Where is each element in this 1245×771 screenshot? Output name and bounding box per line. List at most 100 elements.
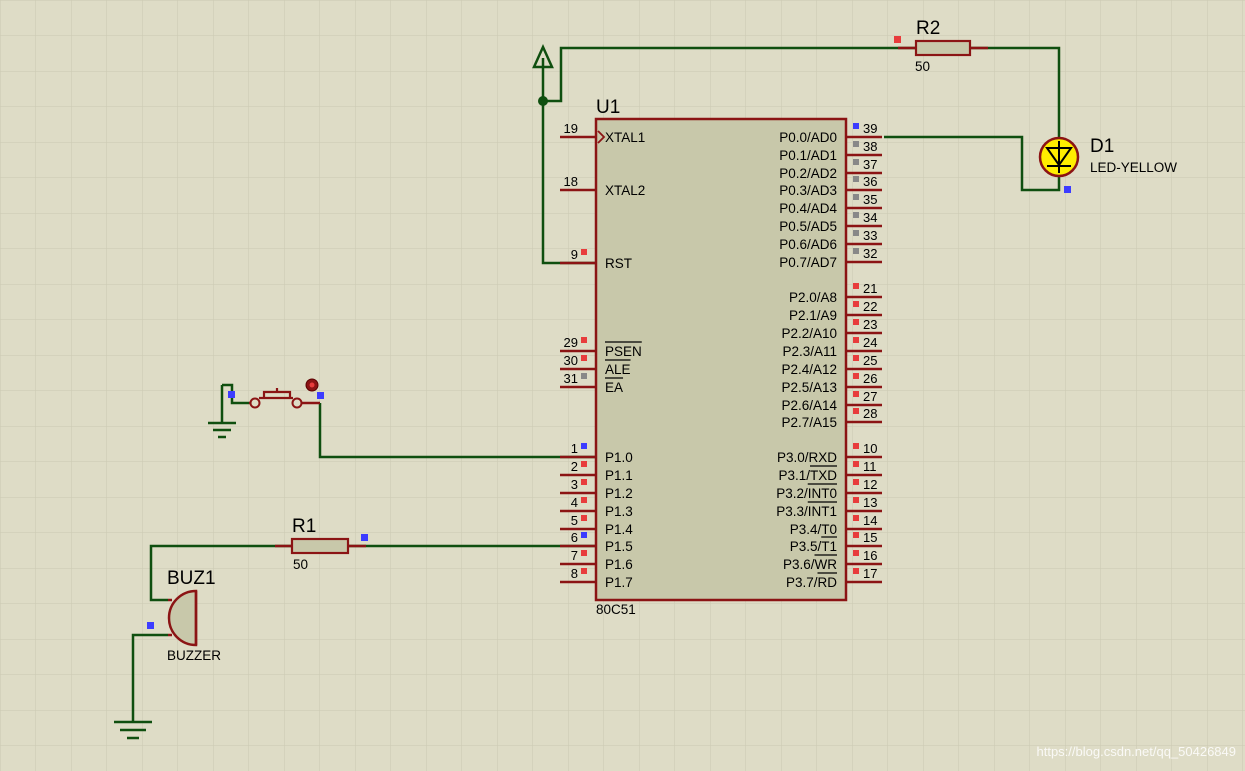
u1-pin-number: 3	[571, 477, 578, 492]
u1-pin-label: P2.1/A9	[789, 308, 837, 323]
u1-pin-number: 16	[863, 548, 877, 563]
u1-pin-number: 37	[863, 157, 877, 172]
u1-pin-label: ALE	[605, 362, 631, 377]
pin-label-suffix: WR	[815, 557, 838, 572]
button-pin-marker-left	[228, 391, 235, 398]
u1-pin-number: 30	[564, 353, 578, 368]
u1-pin-number: 23	[863, 317, 877, 332]
u1-pin-number: 19	[564, 121, 578, 136]
pin-marker	[853, 123, 859, 129]
u1-pin-number: 15	[863, 530, 877, 545]
u1-pin-label: P1.5	[605, 539, 633, 554]
u1-pin-number: 28	[863, 406, 877, 421]
pin-marker	[581, 479, 587, 485]
pin-marker	[853, 515, 859, 521]
pin-label-suffix: A13	[813, 380, 837, 395]
pin-label-prefix: P3.7/	[786, 575, 818, 590]
pin-label-suffix: RD	[818, 575, 838, 590]
u1-pin-label: P0.1/AD1	[779, 148, 837, 163]
r1-value: 50	[293, 557, 308, 572]
pin-marker	[581, 249, 587, 255]
u1-pin-number: 36	[863, 174, 877, 189]
pin-marker	[853, 283, 859, 289]
pin-marker	[853, 230, 859, 236]
u1-pin-number: 2	[571, 459, 578, 474]
u1-pin-number: 31	[564, 371, 578, 386]
u1-pin-number: 39	[863, 121, 877, 136]
u1-pin-label: P2.3/A11	[782, 344, 837, 359]
u1-ref: U1	[596, 97, 620, 118]
u1-pin-number: 33	[863, 228, 877, 243]
u1-pin-label: EA	[605, 380, 623, 395]
u1-pin-label: P3.3/INT1	[776, 504, 837, 519]
u1-pin-label: P0.3/AD3	[779, 183, 837, 198]
u1-pin-number: 21	[863, 281, 877, 296]
u1-pin-number: 11	[863, 459, 877, 474]
pin-label-prefix: P0.1/	[779, 148, 811, 163]
u1-pin-number: 22	[863, 299, 877, 314]
pin-label-suffix: A9	[820, 308, 837, 323]
pin-marker	[581, 550, 587, 556]
u1-pin-label: P0.4/AD4	[779, 201, 837, 216]
pin-marker	[853, 532, 859, 538]
u1-pin-number: 17	[863, 566, 877, 581]
pin-marker	[853, 176, 859, 182]
r1-ref: R1	[292, 516, 316, 537]
pin-marker	[853, 391, 859, 397]
pin-label-suffix: A12	[813, 362, 837, 377]
u1-pin-number: 34	[863, 210, 877, 225]
pin-label-prefix: P2.5/	[781, 380, 813, 395]
u1-pin-label: XTAL2	[605, 183, 645, 198]
u1-pin-number: 5	[571, 513, 578, 528]
u1-pin-number: 38	[863, 139, 877, 154]
pin-label-prefix: P0.6/	[779, 237, 811, 252]
u1-pin-label: P2.2/A10	[781, 326, 837, 341]
pin-label-prefix: P0.7/	[779, 255, 811, 270]
pin-marker	[581, 355, 587, 361]
u1-pin-number: 29	[564, 335, 578, 350]
pin-marker	[581, 373, 587, 379]
pin-label-prefix: P3.0/	[777, 450, 809, 465]
u1-pin-number: 10	[863, 441, 877, 456]
schematic-canvas[interactable]: U1 80C51 19XTAL118XTAL29RST29PSEN30ALE31…	[0, 0, 1245, 771]
pin-marker	[853, 248, 859, 254]
pin-marker	[853, 461, 859, 467]
pin-label-suffix: A8	[820, 290, 837, 305]
pin-marker	[853, 443, 859, 449]
u1-pin-label: P0.0/AD0	[779, 130, 837, 145]
pin-marker	[853, 479, 859, 485]
u1-pin-label: P3.0/RXD	[777, 450, 837, 465]
pin-label-prefix: P2.2/	[781, 326, 813, 341]
u1-pin-label: P2.4/A12	[781, 362, 837, 377]
u1-pin-number: 18	[564, 174, 578, 189]
pin-label-prefix: P2.6/	[781, 398, 813, 413]
pin-label-prefix: P2.0/	[789, 290, 821, 305]
pin-label-suffix: A10	[813, 326, 837, 341]
pin-label-suffix: T1	[821, 539, 837, 554]
u1-pin-number: 8	[571, 566, 578, 581]
u1-pin-number: 12	[863, 477, 877, 492]
u1-pin-label: P3.5/T1	[790, 539, 837, 554]
u1-pin-label: P0.5/AD5	[779, 219, 837, 234]
pin-label-prefix: P2.3/	[782, 344, 814, 359]
pin-label-suffix: A11	[814, 344, 837, 359]
pin-label-suffix: T0	[821, 522, 837, 537]
watermark: https://blog.csdn.net/qq_50426849	[1037, 744, 1237, 759]
pin-label-suffix: AD2	[811, 166, 837, 181]
u1-pin-label: P2.5/A13	[781, 380, 837, 395]
u1-pin-number: 35	[863, 192, 877, 207]
pin-label-prefix: P3.1/	[778, 468, 810, 483]
u1-pin-number: 25	[863, 353, 877, 368]
u1-pin-label: P3.2/INT0	[776, 486, 837, 501]
u1-pin-label: P2.0/A8	[789, 290, 837, 305]
pin-marker	[853, 319, 859, 325]
u1-pin-number: 4	[571, 495, 578, 510]
pin-label-prefix: P2.1/	[789, 308, 821, 323]
button-pin-marker-right	[317, 392, 324, 399]
pin-marker	[581, 515, 587, 521]
r2-ref: R2	[916, 18, 940, 39]
pin-label-prefix: P3.2/	[776, 486, 808, 501]
u1-pin-label: P3.7/RD	[786, 575, 837, 590]
u1-pin-label: P1.1	[605, 468, 633, 483]
u1-chip[interactable]: U1 80C51 19XTAL118XTAL29RST29PSEN30ALE31…	[560, 97, 882, 617]
